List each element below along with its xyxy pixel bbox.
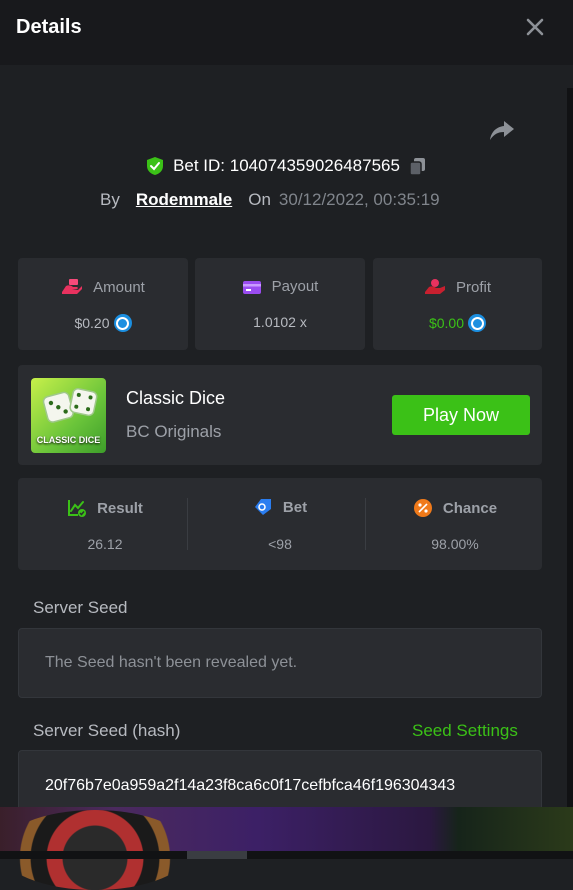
result-column: Result 26.12: [18, 478, 192, 570]
amount-label: Amount: [93, 278, 145, 296]
copy-icon[interactable]: [408, 156, 428, 176]
amount-value: $0.20: [74, 315, 110, 331]
server-seed-label: Server Seed: [33, 598, 128, 617]
bottom-bar: [0, 851, 573, 859]
game-card: CLASSIC DICE Classic Dice BC Originals P…: [18, 365, 542, 465]
profit-value: $0.00: [428, 315, 465, 331]
profit-hand-icon: [424, 279, 445, 294]
server-seed-field: The Seed hasn't been revealed yet.: [18, 628, 542, 698]
bet-tag-icon: [254, 499, 271, 515]
bet-id: Bet ID: 104074359026487565: [173, 156, 400, 175]
profit-label: Profit: [455, 278, 491, 296]
wallet-card-icon: [242, 280, 261, 294]
money-hand-icon: [62, 279, 83, 294]
game-name: Classic Dice: [126, 388, 226, 408]
divider: [365, 498, 366, 550]
close-icon[interactable]: [524, 16, 546, 38]
game-provider: BC Originals: [126, 422, 222, 441]
dialog-header: Details: [0, 0, 573, 65]
dice-icon: [42, 387, 98, 423]
amount-card: Amount $0.20: [18, 258, 188, 350]
scroll-indicator: [187, 851, 247, 859]
on-label: On: [248, 190, 271, 209]
percent-icon: [413, 499, 432, 517]
share-icon[interactable]: [488, 116, 516, 144]
payout-card: Payout 1.0102 x: [195, 258, 365, 350]
payout-value: 1.0102 x: [253, 314, 307, 330]
chance-column: Chance 98.00%: [368, 478, 542, 570]
by-label: By: [100, 190, 120, 209]
bet-value: <98: [268, 536, 292, 552]
username-link[interactable]: Rodemmale: [136, 190, 232, 210]
coin-icon: [113, 314, 132, 332]
chance-label: Chance: [442, 499, 498, 517]
bet-label: Bet: [282, 498, 308, 516]
play-now-button[interactable]: Play Now: [392, 395, 530, 435]
thumbnail-label: CLASSIC DICE: [36, 435, 101, 445]
bet-column: Bet <98: [193, 478, 367, 570]
classic-dice-thumbnail[interactable]: CLASSIC DICE: [31, 378, 106, 453]
chance-value: 98.00%: [431, 536, 479, 552]
divider: [187, 498, 188, 550]
bet-byline: By Rodemmale On 30/12/2022, 00:35:19: [100, 190, 440, 210]
seed-settings-link[interactable]: Seed Settings: [412, 721, 518, 741]
server-seed-hash-label: Server Seed (hash): [33, 721, 181, 740]
bet-id-line: Bet ID: 104074359026487565: [0, 156, 573, 181]
coin-icon: [468, 314, 487, 332]
bet-datetime: 30/12/2022, 00:35:19: [278, 190, 440, 209]
server-seed-value: The Seed hasn't been revealed yet.: [45, 654, 298, 671]
result-label: Result: [97, 499, 143, 517]
result-value: 26.12: [87, 536, 123, 552]
scrollbar[interactable]: [567, 88, 573, 808]
result-chart-icon: [68, 500, 87, 517]
profit-card: Profit $0.00: [373, 258, 542, 350]
server-seed-hash-value: 20f76b7e0a959a2f14a23f8ca6c0f17cefbfca46…: [45, 777, 456, 794]
payout-label: Payout: [271, 278, 319, 295]
roulette-wheel-image: [0, 810, 190, 890]
verified-shield-icon: [147, 157, 164, 175]
result-card: Result 26.12 Bet <98 Chance 98.00%: [18, 478, 542, 570]
dialog-title: Details: [16, 16, 82, 38]
